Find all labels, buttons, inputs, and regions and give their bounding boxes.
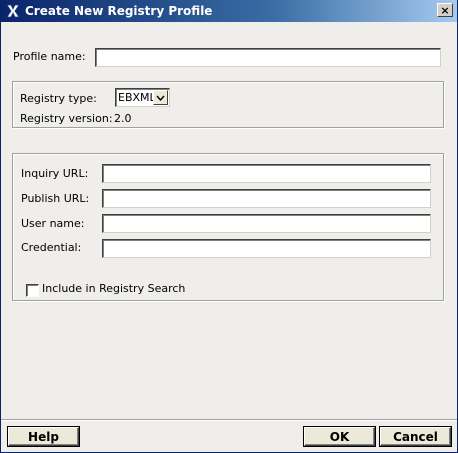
registry-type-select[interactable]: EBXML <box>115 88 170 107</box>
inquiry-url-input[interactable] <box>102 164 431 183</box>
ok-button[interactable]: OK <box>303 426 376 447</box>
publish-url-input[interactable] <box>102 189 431 208</box>
credential-label: Credential: <box>21 241 82 254</box>
include-search-label[interactable]: Include in Registry Search <box>42 282 185 295</box>
chevron-down-icon[interactable] <box>153 90 168 105</box>
window-title: Create New Registry Profile <box>25 4 213 18</box>
credential-input[interactable] <box>102 239 431 258</box>
include-search-checkbox[interactable] <box>26 284 39 297</box>
cancel-button[interactable]: Cancel <box>379 426 452 447</box>
registry-version-value: 2.0 <box>114 112 132 125</box>
user-name-input[interactable] <box>102 214 431 233</box>
inquiry-url-label: Inquiry URL: <box>21 167 89 180</box>
help-button[interactable]: Help <box>7 426 80 447</box>
registry-type-label: Registry type: <box>20 92 97 105</box>
title-bar[interactable]: Create New Registry Profile × <box>1 0 457 22</box>
publish-url-label: Publish URL: <box>21 192 90 205</box>
button-bar-separator <box>1 419 457 421</box>
dialog-window: Create New Registry Profile × Profile na… <box>0 0 458 453</box>
app-logo-icon <box>5 3 21 19</box>
registry-type-value: EBXML <box>118 91 156 104</box>
close-icon[interactable]: × <box>437 3 453 17</box>
profile-name-input[interactable] <box>95 48 441 67</box>
user-name-label: User name: <box>21 217 85 230</box>
registry-version-label: Registry version: <box>20 112 113 125</box>
profile-name-label: Profile name: <box>13 50 86 63</box>
